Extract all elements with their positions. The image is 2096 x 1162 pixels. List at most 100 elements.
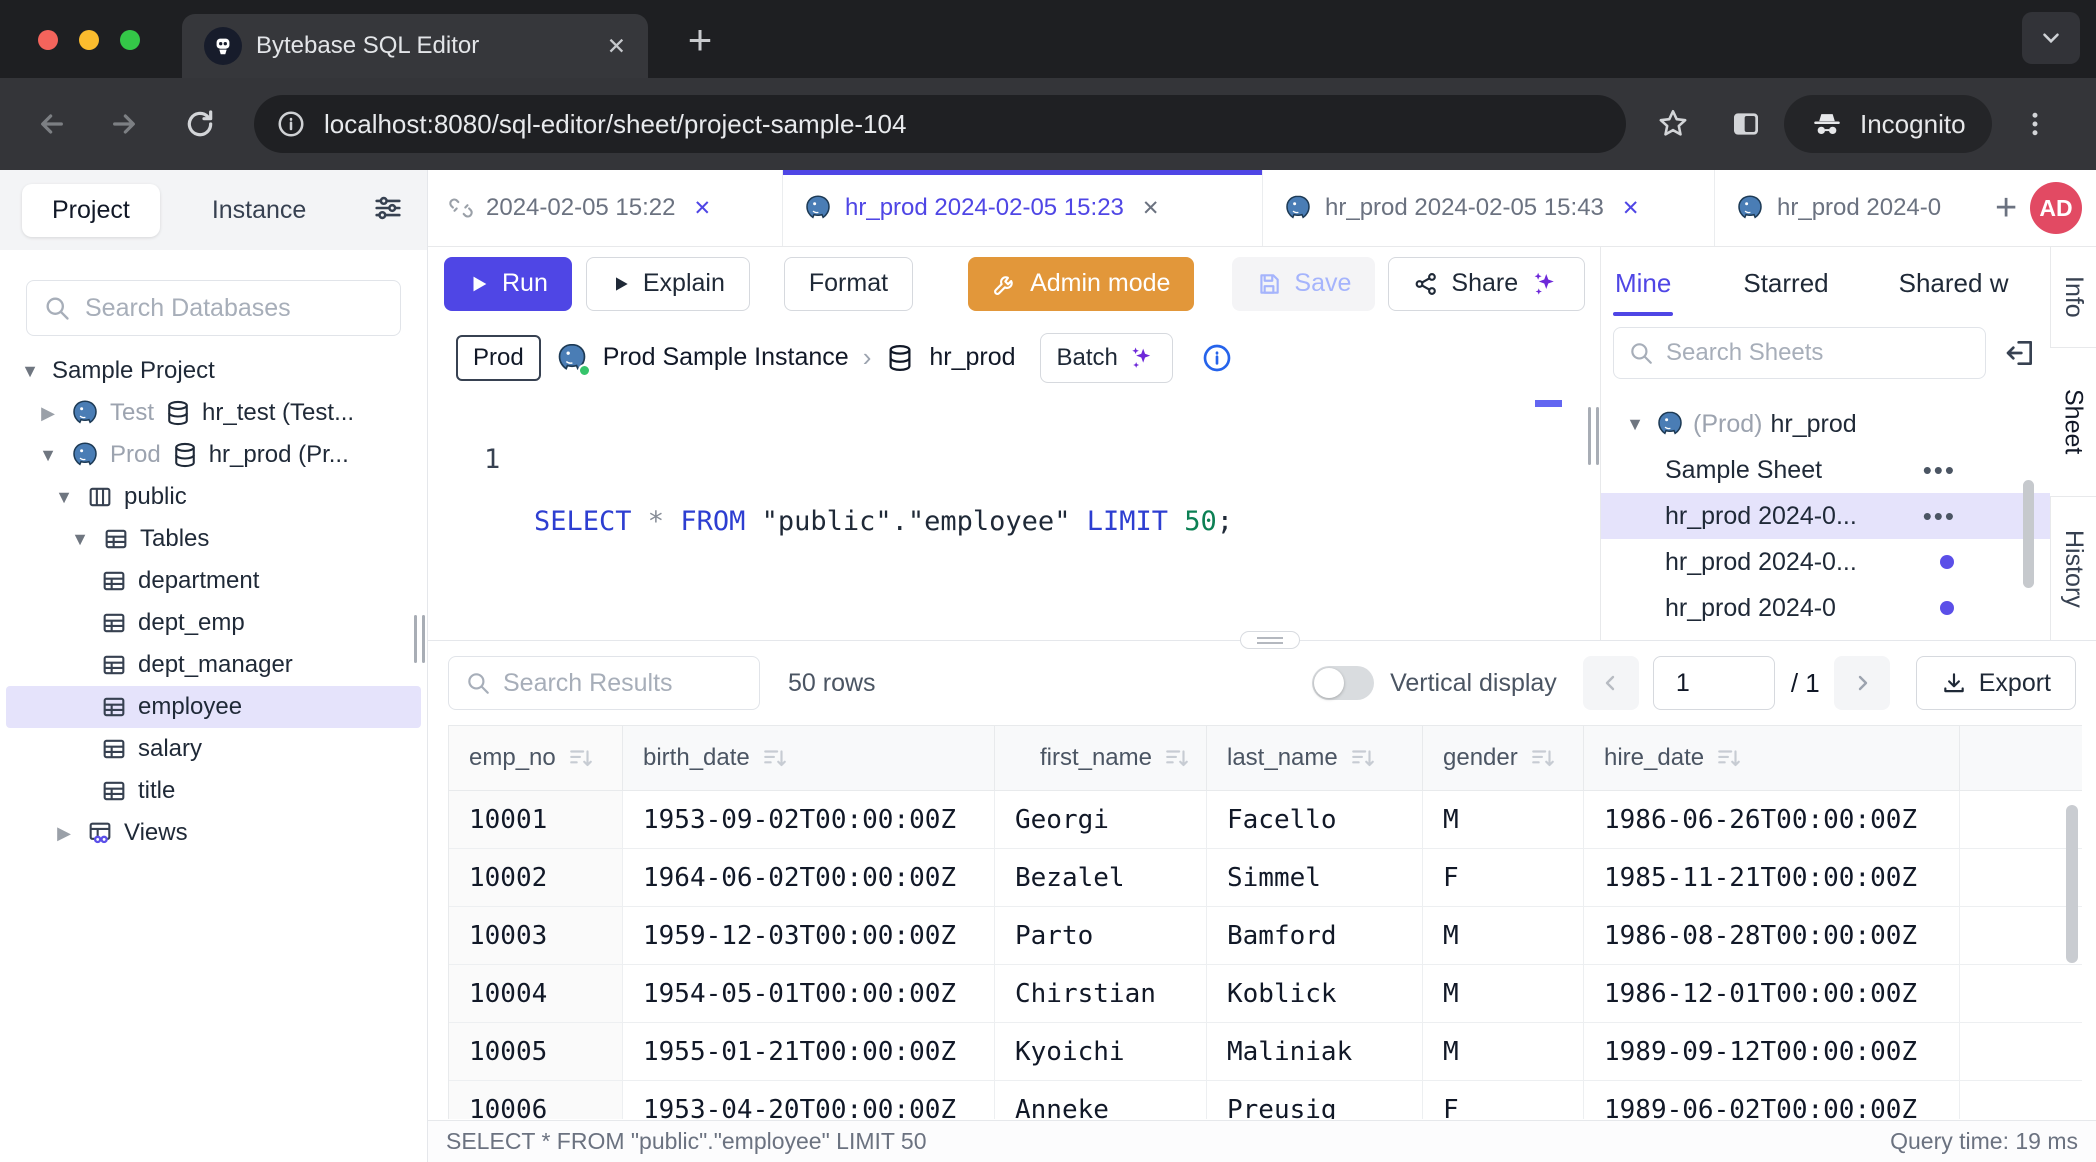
- site-info-icon[interactable]: [276, 109, 306, 139]
- cell[interactable]: 1986-12-01T00:00:00Z: [1584, 965, 1960, 1022]
- close-worksheet-icon[interactable]: ✕: [1142, 196, 1160, 221]
- sidebar-resize-handle[interactable]: [414, 615, 425, 663]
- search-results-input[interactable]: [503, 669, 743, 698]
- cell[interactable]: 1953-04-20T00:00:00Z: [623, 1081, 995, 1119]
- cell[interactable]: M: [1423, 965, 1584, 1022]
- caret-down-icon[interactable]: ▼: [18, 361, 42, 382]
- cell[interactable]: Facello: [1207, 791, 1423, 848]
- save-button[interactable]: Save: [1232, 257, 1375, 311]
- tree-item-table-dept-manager[interactable]: dept_manager: [6, 644, 421, 686]
- tab-search-chevron-button[interactable]: [2022, 12, 2080, 64]
- database-name[interactable]: hr_prod: [929, 343, 1015, 372]
- address-bar[interactable]: localhost:8080/sql-editor/sheet/project-…: [254, 95, 1626, 153]
- cell[interactable]: Bezalel: [995, 849, 1207, 906]
- cell[interactable]: 10002: [449, 849, 623, 906]
- cell[interactable]: Maliniak: [1207, 1023, 1423, 1080]
- zoom-window-button[interactable]: [120, 30, 140, 50]
- caret-down-icon[interactable]: ▼: [1623, 414, 1647, 435]
- panel-divider[interactable]: [1586, 247, 1600, 640]
- admin-mode-button[interactable]: Admin mode: [968, 257, 1194, 311]
- cell[interactable]: M: [1423, 1023, 1584, 1080]
- column-header[interactable]: first_name: [995, 726, 1207, 790]
- tab-shared-with-me[interactable]: Shared w: [1899, 268, 2009, 299]
- cell[interactable]: Anneke: [995, 1081, 1207, 1119]
- caret-right-icon[interactable]: ▶: [52, 823, 76, 844]
- close-tab-icon[interactable]: ✕: [607, 33, 626, 60]
- cell[interactable]: 1959-12-03T00:00:00Z: [623, 907, 995, 964]
- sort-icon[interactable]: [1164, 745, 1190, 771]
- table-row[interactable]: 10001 1953-09-02T00:00:00Z Georgi Facell…: [449, 791, 2082, 849]
- tab-starred[interactable]: Starred: [1743, 268, 1828, 299]
- forward-icon[interactable]: [108, 108, 140, 140]
- tree-item-views-group[interactable]: ▶ Views: [6, 812, 421, 854]
- sheet-item[interactable]: hr_prod 2024-0: [1601, 585, 2050, 631]
- vertical-display-toggle[interactable]: [1312, 666, 1374, 700]
- sort-icon[interactable]: [1716, 745, 1742, 771]
- results-search[interactable]: [448, 656, 760, 710]
- results-resize-handle[interactable]: [1240, 631, 1300, 649]
- browser-menu-icon[interactable]: [2020, 109, 2050, 139]
- sort-icon[interactable]: [1350, 745, 1376, 771]
- browser-tab[interactable]: Bytebase SQL Editor ✕: [182, 14, 648, 78]
- prev-page-button[interactable]: [1583, 656, 1639, 710]
- sql-code-area[interactable]: 1 SELECT * FROM "public"."employee" LIMI…: [428, 395, 1586, 599]
- sheet-item[interactable]: hr_prod 2024-0...: [1601, 539, 2050, 585]
- instance-name[interactable]: Prod Sample Instance: [603, 343, 849, 372]
- cell[interactable]: M: [1423, 907, 1584, 964]
- filter-settings-icon[interactable]: [371, 191, 405, 230]
- cell[interactable]: 1955-01-21T00:00:00Z: [623, 1023, 995, 1080]
- import-sheet-icon[interactable]: [2004, 337, 2036, 369]
- cell[interactable]: 1986-08-28T00:00:00Z: [1584, 907, 1960, 964]
- minimize-window-button[interactable]: [79, 30, 99, 50]
- info-icon[interactable]: [1201, 342, 1233, 374]
- new-worksheet-button[interactable]: +: [1995, 187, 2017, 230]
- cell[interactable]: M: [1423, 791, 1584, 848]
- user-avatar[interactable]: AD: [2030, 182, 2082, 234]
- window-controls[interactable]: [38, 30, 140, 50]
- close-window-button[interactable]: [38, 30, 58, 50]
- close-worksheet-icon[interactable]: ✕: [1622, 196, 1640, 221]
- tab-history[interactable]: History: [2050, 497, 2096, 640]
- sheet-item-selected[interactable]: hr_prod 2024-0... •••: [1601, 493, 2050, 539]
- reload-icon[interactable]: [184, 108, 216, 140]
- caret-down-icon[interactable]: ▼: [36, 445, 60, 466]
- bookmark-star-icon[interactable]: [1656, 107, 1690, 141]
- tree-item-schema-public[interactable]: ▼ public: [6, 476, 421, 518]
- sheets-search[interactable]: [1613, 327, 1986, 379]
- caret-right-icon[interactable]: ▶: [36, 403, 60, 424]
- cell[interactable]: 1954-05-01T00:00:00Z: [623, 965, 995, 1022]
- export-button[interactable]: Export: [1916, 656, 2076, 710]
- sort-icon[interactable]: [762, 745, 788, 771]
- tree-item-table-department[interactable]: department: [6, 560, 421, 602]
- cell[interactable]: 1989-06-02T00:00:00Z: [1584, 1081, 1960, 1119]
- cell[interactable]: Simmel: [1207, 849, 1423, 906]
- worksheet-tab-3[interactable]: hr_prod 2024-02-05 15:43 ✕: [1263, 170, 1715, 246]
- sheet-item[interactable]: Sample Sheet •••: [1601, 447, 2050, 493]
- cell[interactable]: Preusig: [1207, 1081, 1423, 1119]
- cell[interactable]: Kyoichi: [995, 1023, 1207, 1080]
- side-panel-icon[interactable]: [1730, 108, 1762, 140]
- cell[interactable]: 1964-06-02T00:00:00Z: [623, 849, 995, 906]
- tab-instance[interactable]: Instance: [186, 184, 333, 237]
- cell[interactable]: 1986-06-26T00:00:00Z: [1584, 791, 1960, 848]
- column-header[interactable]: emp_no: [449, 726, 623, 790]
- close-worksheet-icon[interactable]: ✕: [694, 196, 712, 221]
- cell[interactable]: 1985-11-21T00:00:00Z: [1584, 849, 1960, 906]
- cell[interactable]: 10005: [449, 1023, 623, 1080]
- panel-resize-handle[interactable]: [1588, 407, 1599, 465]
- cell[interactable]: 1953-09-02T00:00:00Z: [623, 791, 995, 848]
- cell[interactable]: F: [1423, 849, 1584, 906]
- cell[interactable]: Parto: [995, 907, 1207, 964]
- cell[interactable]: Georgi: [995, 791, 1207, 848]
- batch-button[interactable]: Batch: [1040, 333, 1173, 383]
- sort-icon[interactable]: [1530, 745, 1556, 771]
- sheet-group-hr-prod[interactable]: ▼ (Prod) hr_prod: [1601, 401, 2050, 447]
- cell[interactable]: 10004: [449, 965, 623, 1022]
- database-search[interactable]: [26, 280, 401, 336]
- cell[interactable]: Koblick: [1207, 965, 1423, 1022]
- tab-info[interactable]: Info: [2050, 247, 2096, 347]
- tree-item-tables-group[interactable]: ▼ Tables: [6, 518, 421, 560]
- tree-item-table-salary[interactable]: salary: [6, 728, 421, 770]
- run-button[interactable]: Run: [444, 257, 572, 311]
- sheets-scrollbar[interactable]: [2023, 480, 2034, 588]
